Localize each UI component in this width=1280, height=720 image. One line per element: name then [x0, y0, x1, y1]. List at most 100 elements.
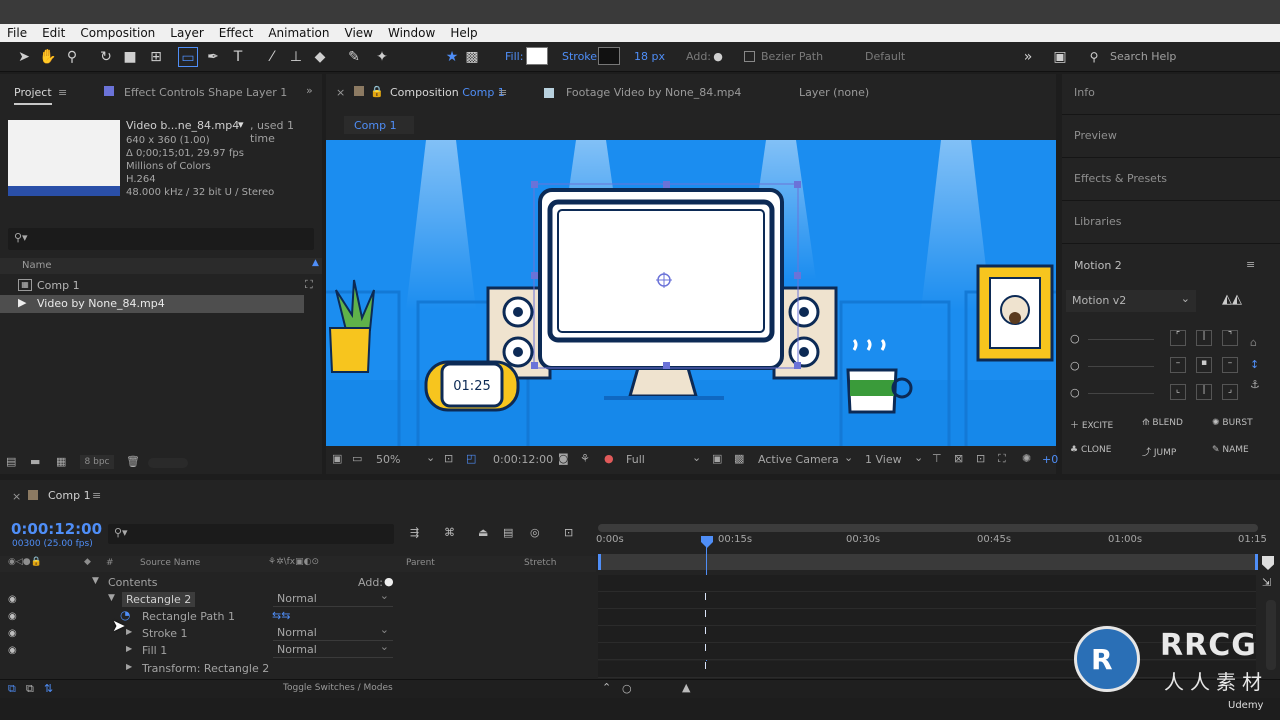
keyframe-icon[interactable]: I — [704, 661, 708, 672]
anchor-icon[interactable]: ⚓ — [1250, 378, 1260, 391]
timeline-icon[interactable]: ⊡ — [976, 452, 985, 465]
rectangle-tool-icon[interactable]: ▭ — [178, 47, 198, 67]
timecode[interactable]: 0:00:12:00 — [11, 520, 102, 538]
path-direction-icon[interactable]: ⇆⇆ — [272, 609, 290, 622]
bezier-checkbox[interactable] — [744, 51, 755, 62]
current-time[interactable]: 0:00:12:00 — [493, 453, 553, 466]
checker-icon[interactable]: ▩ — [462, 47, 482, 67]
pen-tool-icon[interactable]: ✒ — [203, 47, 223, 67]
blend-mode-select[interactable]: Normal — [273, 640, 393, 658]
exposure-value[interactable]: +0 — [1042, 453, 1058, 466]
layer-duration-bar[interactable] — [598, 554, 1258, 570]
slider-knob-1[interactable]: ○ — [1070, 332, 1080, 345]
puppet-tool-icon[interactable]: ✦ — [372, 47, 392, 67]
zoom-in-icon[interactable]: ▲ — [682, 681, 690, 694]
keyframe-icon[interactable]: I — [704, 626, 708, 637]
pan-behind-tool-icon[interactable]: ⊞ — [146, 47, 166, 67]
star-icon[interactable]: ★ — [442, 47, 462, 67]
fast-preview-icon[interactable]: ⊠ — [954, 452, 963, 465]
visibility-eye-icon[interactable]: ◉ — [8, 645, 20, 657]
layer-row-fill-1[interactable]: ◉ ▶ Fill 1 Normal — [0, 640, 596, 660]
tab-project[interactable]: Project — [14, 86, 52, 105]
lock-icon[interactable]: 🔒 — [370, 85, 384, 98]
toggle-pixel-icon[interactable]: ⊤ — [932, 452, 942, 465]
type-tool-icon[interactable]: T — [228, 47, 248, 67]
project-menu-icon[interactable]: ≡ — [58, 86, 67, 99]
monitor-icon[interactable]: ▭ — [352, 452, 362, 465]
sync-icon[interactable]: ▣ — [1050, 47, 1070, 67]
anchor-top-left[interactable]: ⌜ — [1170, 330, 1186, 346]
camera-select[interactable]: Active Camera — [758, 453, 839, 466]
toggle-switches-modes[interactable]: Toggle Switches / Modes — [283, 683, 393, 693]
workspace-overflow-icon[interactable]: » — [1018, 47, 1038, 67]
column-source-name[interactable]: Source Name — [140, 558, 200, 568]
timeline-expand-icon[interactable]: ⇲ — [1262, 576, 1276, 590]
transfer-controls-icon[interactable]: ⧉ — [26, 682, 34, 696]
region-of-interest-icon[interactable]: ▣ — [712, 452, 722, 465]
jump-button[interactable]: ⤴ JUMP — [1142, 445, 1176, 458]
transparency-grid-icon[interactable]: ▩ — [734, 452, 744, 465]
chevron-down-icon[interactable]: ⌄ — [426, 451, 435, 464]
menu-edit[interactable]: Edit — [35, 26, 73, 40]
visibility-eye-icon[interactable]: ◉ — [8, 594, 20, 606]
thumbnail-size-slider[interactable] — [148, 458, 188, 468]
in-out-icon[interactable]: ⇅ — [44, 682, 53, 695]
zoom-tool-icon[interactable]: ⚲ — [62, 47, 82, 67]
menu-layer[interactable]: Layer — [163, 26, 211, 40]
flowchart-icon[interactable]: ⛶ — [998, 452, 1006, 466]
flowchart-icon[interactable]: ⛶ — [305, 278, 313, 292]
interpret-footage-icon[interactable]: ▤ — [6, 455, 16, 468]
comp-mini-flowchart-icon[interactable]: ⇶ — [410, 526, 419, 539]
clone-stamp-tool-icon[interactable]: ⊥ — [286, 47, 306, 67]
project-item-comp[interactable]: ▦ Comp 1 ⛶ — [0, 277, 322, 295]
layer-name[interactable]: Rectangle 2 — [122, 592, 196, 607]
close-tab-icon[interactable]: × — [12, 490, 21, 503]
panel-libraries[interactable]: Libraries — [1074, 215, 1122, 228]
shy-icon[interactable]: ⏏ — [478, 526, 488, 539]
column-parent[interactable]: Parent — [406, 558, 435, 568]
clone-button[interactable]: ♣ CLONE — [1070, 445, 1111, 455]
panel-info[interactable]: Info — [1074, 86, 1095, 99]
menu-window[interactable]: Window — [381, 26, 443, 40]
new-comp-icon[interactable]: ▦ — [56, 455, 66, 468]
column-name[interactable]: Name — [22, 260, 52, 271]
new-folder-icon[interactable]: ▬ — [30, 455, 40, 468]
menu-animation[interactable]: Animation — [261, 26, 337, 40]
column-stretch[interactable]: Stretch — [524, 558, 556, 568]
comp-breadcrumb[interactable]: Comp 1 — [344, 116, 414, 134]
workspace-default[interactable]: Default — [865, 50, 905, 63]
blend-mode-select[interactable]: Normal — [273, 623, 393, 641]
project-item-video[interactable]: ▶ Video by None_84.mp4 — [0, 295, 304, 313]
menu-file[interactable]: File — [0, 26, 35, 40]
tab-layer[interactable]: Layer (none) — [799, 86, 869, 99]
visibility-eye-icon[interactable]: ◉ — [8, 611, 20, 623]
tab-effect-controls[interactable]: Effect Controls Shape Layer 1 — [124, 86, 287, 99]
color-channel-icon[interactable]: ● — [604, 452, 614, 465]
chevron-down-icon[interactable]: ▾ — [238, 118, 244, 131]
anchor-bottom-right[interactable]: ⌟ — [1222, 384, 1238, 400]
burst-button[interactable]: ✺ BURST — [1212, 418, 1253, 428]
layer-row-stroke-1[interactable]: ◉ ▶ Stroke 1 Normal — [0, 623, 596, 643]
pin-icon[interactable]: ⌂ — [1250, 336, 1257, 349]
rotate-tool-icon[interactable]: ↻ — [96, 47, 116, 67]
visibility-eye-icon[interactable]: ◉ — [8, 628, 20, 640]
draft-3d-icon[interactable]: ⌘ — [444, 526, 455, 539]
anchor-top[interactable]: | — [1196, 330, 1212, 346]
motion-blur-icon[interactable]: ◎ — [530, 526, 540, 539]
sort-icon[interactable]: ▲ — [312, 258, 319, 268]
tab-composition[interactable]: Composition Comp 1 — [390, 86, 505, 99]
tab-footage[interactable]: Footage Video by None_84.mp4 — [566, 86, 741, 99]
playhead[interactable] — [701, 536, 713, 548]
anchor-center[interactable]: ▪ — [1196, 357, 1212, 373]
bpc-button[interactable]: 8 bpc — [80, 455, 114, 469]
close-tab-icon[interactable]: × — [336, 86, 345, 99]
timeline-menu-icon[interactable]: ≡ — [92, 489, 101, 502]
frame-blending-icon[interactable]: ▤ — [503, 526, 513, 539]
motion-version-select[interactable]: Motion v2 ⌄ — [1066, 290, 1196, 312]
work-area-bar[interactable] — [598, 524, 1258, 532]
twirl-closed-icon[interactable]: ▶ — [126, 644, 132, 653]
show-snapshot-icon[interactable]: ⚘ — [580, 452, 590, 465]
blend-mode-select[interactable]: Normal — [273, 589, 393, 607]
panel-effects-presets[interactable]: Effects & Presets — [1074, 172, 1167, 185]
twirl-open-icon[interactable]: ▼ — [108, 593, 115, 603]
